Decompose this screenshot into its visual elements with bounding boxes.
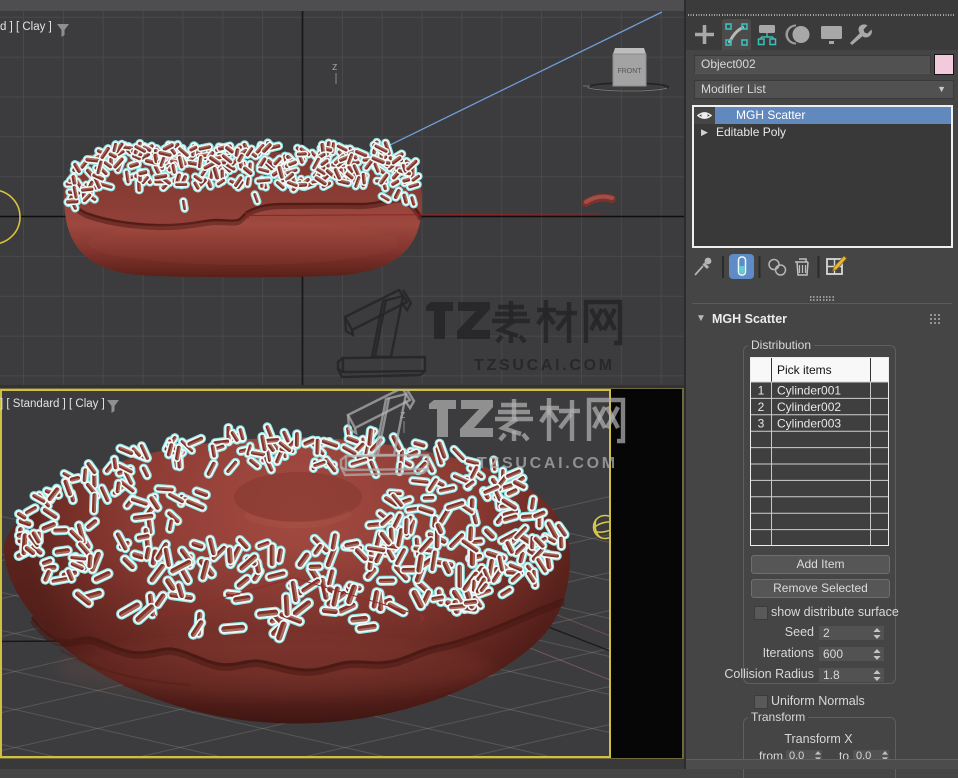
svg-text:Cylinder001: Cylinder001 <box>777 384 841 398</box>
svg-text:2: 2 <box>758 400 765 414</box>
svg-text:y: y <box>420 612 425 623</box>
svg-text:3: 3 <box>758 416 765 430</box>
svg-text:Cylinder003: Cylinder003 <box>777 416 841 430</box>
svg-text:Pick items: Pick items <box>777 363 832 377</box>
svg-text:Cylinder002: Cylinder002 <box>777 400 841 414</box>
svg-text:1: 1 <box>758 384 765 398</box>
svg-text:FRONT: FRONT <box>617 68 642 75</box>
svg-text:x: x <box>154 612 159 623</box>
svg-text:z: z <box>400 409 406 421</box>
svg-text:z: z <box>332 61 338 73</box>
svg-text:TZSUCAI.COM: TZSUCAI.COM <box>474 357 615 374</box>
